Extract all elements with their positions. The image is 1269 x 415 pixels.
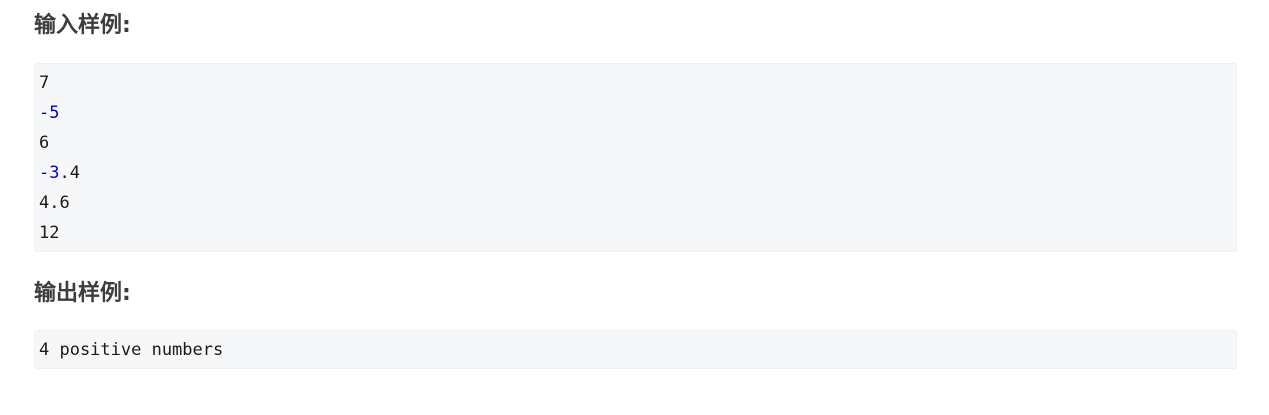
input-line-negative-number: -5 — [39, 103, 60, 123]
output-sample-code-block: 4 positive numbers — [34, 330, 1237, 369]
input-line-text: .4 — [59, 163, 80, 183]
input-line: 6 — [39, 128, 1236, 158]
input-line: 12 — [39, 218, 1236, 248]
output-line-text: 4 positive numbers — [39, 340, 224, 360]
input-line: -5 — [39, 98, 1236, 128]
input-line-text: 7 — [39, 73, 50, 93]
output-sample-heading: 输出样例: — [34, 281, 131, 306]
input-line-negative-number: -3 — [39, 163, 60, 183]
input-line: 7 — [39, 68, 1236, 98]
input-line: 4.6 — [39, 188, 1236, 218]
input-line-text: 6 — [39, 133, 50, 153]
input-line-text: 4.6 — [39, 193, 70, 213]
input-line: -3.4 — [39, 158, 1236, 188]
output-line: 4 positive numbers — [39, 335, 1236, 365]
input-sample-code-block: 7 -5 6 -3.4 4.6 12 — [34, 63, 1237, 252]
input-sample-heading: 输入样例: — [34, 13, 131, 38]
input-line-text: 12 — [39, 223, 60, 243]
